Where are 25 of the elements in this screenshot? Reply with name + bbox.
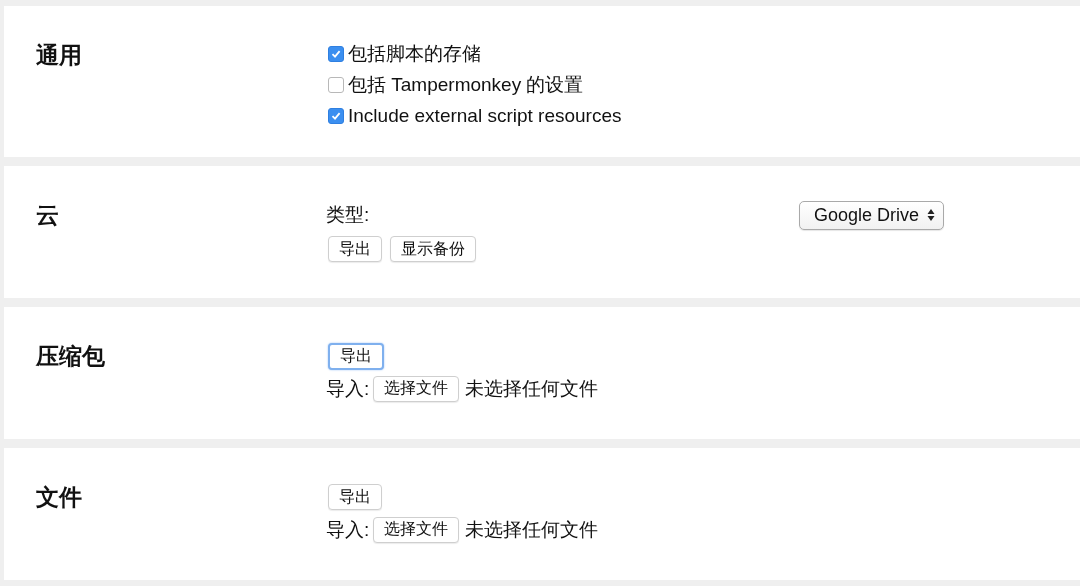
action-button[interactable]: 导出 xyxy=(328,484,382,510)
action-button[interactable]: 导出 xyxy=(328,236,382,262)
file-status: 未选择任何文件 xyxy=(465,517,599,542)
choose-file-button[interactable]: 选择文件 xyxy=(373,516,460,543)
field-label: 导入: xyxy=(326,376,370,401)
section-title: 通用 xyxy=(36,41,82,70)
checkbox[interactable] xyxy=(328,107,344,124)
section-title: 云 xyxy=(36,201,59,230)
action-button[interactable]: 显示备份 xyxy=(390,236,476,262)
choose-file-button[interactable]: 选择文件 xyxy=(373,375,460,402)
field-label: 导入: xyxy=(326,517,370,542)
checkbox[interactable] xyxy=(328,76,344,93)
section-title: 文件 xyxy=(36,483,82,512)
field-label: 类型: xyxy=(326,203,370,227)
check-icon xyxy=(331,110,341,121)
select-dropdown[interactable]: Google Drive xyxy=(798,200,944,230)
checkbox[interactable] xyxy=(328,45,344,62)
checkbox-label: 包括 Tampermonkey 的设置 xyxy=(348,72,584,97)
file-status: 未选择任何文件 xyxy=(465,376,599,401)
check-icon xyxy=(331,48,341,59)
action-button[interactable]: 导出 xyxy=(328,342,384,370)
section-title: 压缩包 xyxy=(36,342,105,371)
up-down-arrows-icon xyxy=(927,208,935,222)
checkbox-label: Include external script resources xyxy=(348,104,622,127)
checkbox-label: 包括脚本的存储 xyxy=(348,41,481,66)
